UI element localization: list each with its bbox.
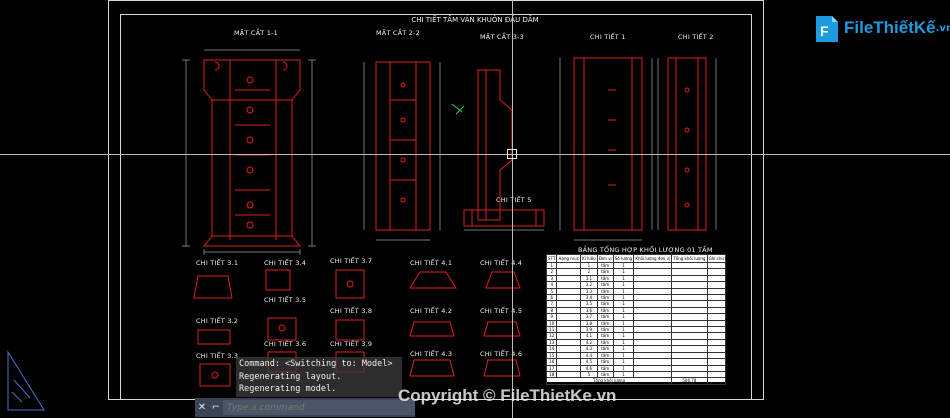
table-header: Ghi chú xyxy=(706,254,727,263)
table-header: Tổng khối lượng xyxy=(671,254,708,263)
table-total-label: Tổng khối lượng xyxy=(545,377,673,385)
model-space-canvas[interactable]: CHI TIẾT TẤM VÁN KHUÔN ĐẦU DẦM MẶT CẮT 1… xyxy=(0,0,950,418)
customize-icon[interactable]: ⌐ xyxy=(209,402,223,413)
table-header: Số lượng xyxy=(612,254,635,263)
logo-brand-text: FileThiếtKế xyxy=(844,18,936,37)
crosshair-horizontal xyxy=(0,154,950,155)
close-icon[interactable]: ✕ xyxy=(195,402,209,413)
cursor-pickbox xyxy=(507,149,517,159)
table-total-value: 506.78 xyxy=(671,377,708,385)
command-history-line: Regenerating layout. xyxy=(239,371,342,382)
copyright-watermark: Copyright © FileThietKe.vn xyxy=(398,386,617,405)
crosshair-vertical xyxy=(512,0,513,418)
command-history-line: Regenerating model. xyxy=(239,384,337,394)
command-input[interactable] xyxy=(223,400,415,415)
table-header: Khối lượng đơn vị xyxy=(633,254,673,263)
table-header: STT xyxy=(545,254,558,263)
table-title: BẢNG TỔNG HỢP KHỐI LƯỢNG 01 TẤM xyxy=(578,246,713,254)
table-total-row: Tổng khối lượng 506.78 xyxy=(545,377,727,385)
command-history: Command: <Switching to: Model> Regenerat… xyxy=(236,357,402,397)
table-header-row: STT Hạng mục Kí hiệu Đơn vị Số lượng Khố… xyxy=(545,254,727,263)
table-header: Hạng mục xyxy=(556,254,581,263)
cad-drawing-geometry xyxy=(7,49,726,411)
logo-icon: F xyxy=(816,16,838,42)
table-cell xyxy=(706,377,727,385)
table-header: Đơn vị xyxy=(596,254,614,263)
command-history-line: Command: <Switching to: Model> xyxy=(239,359,393,369)
command-line-bar: ✕ ⌐ xyxy=(195,398,415,417)
summary-table: STT Hạng mục Kí hiệu Đơn vị Số lượng Khố… xyxy=(545,254,727,385)
logo-tld-text: .vn xyxy=(935,22,950,34)
svg-text:F: F xyxy=(820,23,829,39)
brand-logo: F FileThiếtKế .vn xyxy=(812,12,950,44)
table-header: Kí hiệu xyxy=(580,254,598,263)
